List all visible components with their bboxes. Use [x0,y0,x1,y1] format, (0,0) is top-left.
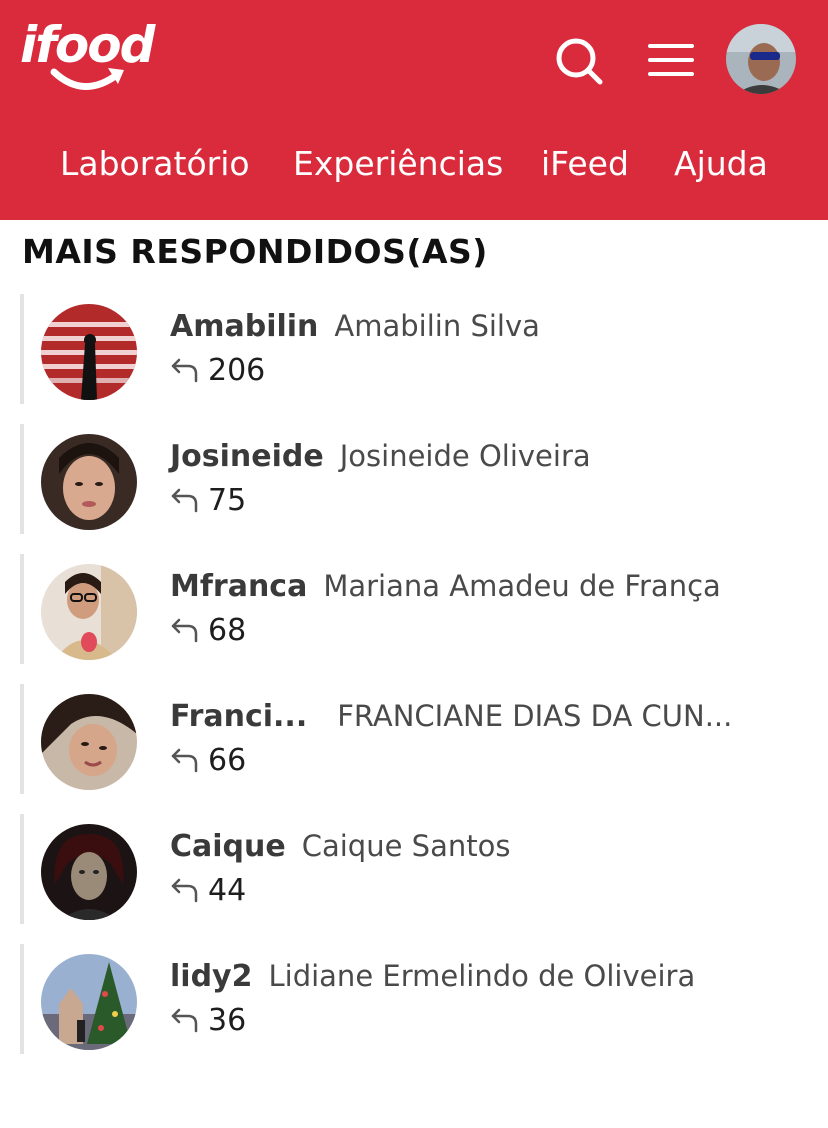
reply-arrow-icon [171,1008,198,1033]
search-icon [556,38,603,85]
reply-count-value: 36 [208,1002,247,1038]
user-photo [41,954,137,1050]
section-title: MAIS RESPONDIDOS(AS) [22,232,488,271]
user-nickname[interactable]: Josineide [170,439,324,474]
reply-count: 68 [170,610,246,650]
reply-arrow-icon [171,748,198,773]
nav-item-experiencias[interactable]: Experiências [293,138,503,190]
user-full-name: Amabilin Silva [334,309,540,343]
list-item[interactable]: Caique Caique Santos 44 [20,814,810,924]
avatar [41,434,137,530]
avatar [41,824,137,920]
user-avatar [726,24,796,94]
user-nickname[interactable]: lidy2 [170,959,252,994]
search-button[interactable] [552,34,606,88]
user-names: Caique Caique Santos [170,824,510,868]
user-nickname[interactable]: Amabilin [170,309,318,344]
avatar [41,564,137,660]
user-full-name: FRANCIANE DIAS DA CUN... [337,699,733,733]
avatar [41,304,137,400]
nav-item-ajuda[interactable]: Ajuda [674,138,768,190]
logo-smile-arrow-icon [50,68,124,90]
reply-count-value: 206 [208,352,266,388]
reply-count: 75 [170,480,246,520]
user-nickname[interactable]: Mfranca [170,569,307,604]
user-full-name: Josineide Oliveira [339,439,591,473]
list-item[interactable]: Amabilin Amabilin Silva 206 [20,294,810,404]
user-names: lidy2 Lidiane Ermelindo de Oliveira [170,954,695,998]
user-full-name: Mariana Amadeu de França [323,569,721,603]
reply-count: 66 [170,740,246,780]
list-item[interactable]: lidy2 Lidiane Ermelindo de Oliveira 36 [20,944,810,1054]
user-photo [41,824,137,920]
reply-arrow-icon [171,878,198,903]
reply-count: 206 [170,350,265,390]
user-photo [41,434,137,530]
menu-button[interactable] [644,38,698,82]
user-full-name: Caique Santos [301,829,511,863]
ifood-logo[interactable]: ifood [20,14,170,104]
reply-count: 44 [170,870,246,910]
profile-avatar-button[interactable] [726,24,796,94]
top-header: ifood Laboratório Experiências iFeed Aju… [0,0,828,220]
reply-count-value: 66 [208,742,247,778]
reply-arrow-icon [171,618,198,643]
reply-arrow-icon [171,488,198,513]
user-names: Mfranca Mariana Amadeu de França [170,564,721,608]
user-photo [41,564,137,660]
user-names: Josineide Josineide Oliveira [170,434,591,478]
user-names: Franci... FRANCIANE DIAS DA CUN... [170,694,732,738]
hamburger-menu-icon [648,44,694,76]
user-nickname[interactable]: Franci... [170,699,307,734]
reply-arrow-icon [171,358,198,383]
reply-count-value: 44 [208,872,247,908]
avatar [41,954,137,1050]
user-photo [41,694,137,790]
reply-count-value: 68 [208,612,247,648]
reply-count-value: 75 [208,482,247,518]
list-item[interactable]: Mfranca Mariana Amadeu de França 68 [20,554,810,664]
list-item[interactable]: Franci... FRANCIANE DIAS DA CUN... 66 [20,684,810,794]
avatar [41,694,137,790]
nav-item-ifeed[interactable]: iFeed [541,138,629,190]
nav-item-laboratorio[interactable]: Laboratório [60,138,250,190]
reply-count: 36 [170,1000,246,1040]
user-full-name: Lidiane Ermelindo de Oliveira [268,959,696,993]
user-nickname[interactable]: Caique [170,829,286,864]
user-names: Amabilin Amabilin Silva [170,304,540,348]
list-item[interactable]: Josineide Josineide Oliveira 75 [20,424,810,534]
main-nav: Laboratório Experiências iFeed Ajuda [0,138,828,190]
user-photo [41,304,137,400]
